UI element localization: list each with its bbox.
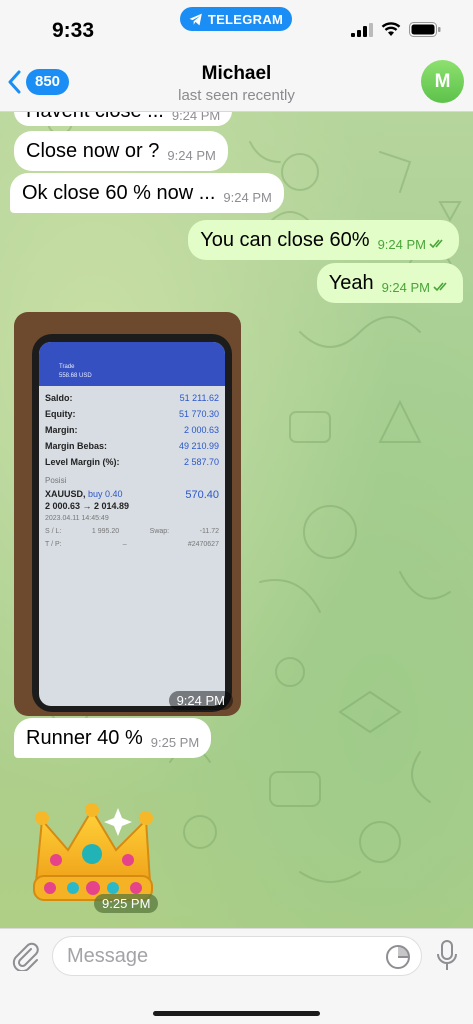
message-bubble-incoming[interactable]: Havent close ... 9:24 PM bbox=[14, 112, 233, 126]
photo-position: XAUUSD, buy 0.40 570.40 bbox=[45, 489, 219, 501]
photo-section-title: Posisi bbox=[45, 476, 67, 485]
photo-row: Equity: 51 770.30 bbox=[45, 406, 219, 422]
photo-account-rows: Saldo: 51 211.62 Equity: 51 770.30 Margi… bbox=[45, 390, 219, 548]
signal-icon bbox=[351, 22, 373, 37]
photo-tp-label: T / P: bbox=[45, 541, 62, 548]
wifi-icon bbox=[381, 22, 401, 36]
photo-row: Saldo: 51 211.62 bbox=[45, 390, 219, 406]
photo-app-balance: 558.68 USD bbox=[59, 373, 92, 379]
photo-row-label: Saldo: bbox=[45, 393, 73, 403]
message-bubble-incoming[interactable]: Runner 40 % 9:25 PM bbox=[14, 718, 212, 758]
sticker-time: 9:25 PM bbox=[94, 894, 159, 913]
photo-date: 2023.04.11 14:45:49 bbox=[45, 515, 109, 522]
message-bubble-incoming[interactable]: Close now or ? 9:24 PM bbox=[14, 131, 228, 171]
avatar[interactable]: M bbox=[421, 60, 464, 103]
photo-row: Level Margin (%): 2 587.70 bbox=[45, 454, 219, 470]
photo-row-value: 49 210.99 bbox=[178, 441, 219, 451]
telegram-plane-icon bbox=[189, 13, 202, 25]
photo-row: Margin: 2 000.63 bbox=[45, 422, 219, 438]
status-bar: 9:33 TELEGRAM bbox=[0, 0, 473, 56]
message-time: 9:24 PM bbox=[223, 189, 272, 205]
message-text: Yeah bbox=[328, 271, 374, 294]
photo-row-label: Equity: bbox=[45, 409, 76, 419]
read-checks-icon bbox=[429, 239, 443, 249]
message-time: 9:24 PM bbox=[377, 236, 426, 252]
message-input[interactable] bbox=[67, 937, 367, 975]
message-field[interactable] bbox=[52, 936, 422, 976]
photo-swap-value: -11.72 bbox=[199, 528, 219, 535]
photo-sl-label: S / L: bbox=[45, 528, 62, 535]
telegram-pill[interactable]: TELEGRAM bbox=[180, 7, 292, 31]
status-time: 9:33 bbox=[52, 19, 95, 42]
microphone-icon[interactable] bbox=[435, 939, 459, 973]
photo-row: Margin Bebas: 49 210.99 bbox=[45, 438, 219, 454]
message-time: 9:24 PM bbox=[167, 147, 216, 163]
photo-trading-screen: Trade 558.68 USD Saldo: 51 211.62 Equity… bbox=[39, 342, 225, 706]
message-bubble-incoming[interactable]: Ok close 60 % now ... 9:24 PM bbox=[10, 173, 284, 213]
photo-time: 9:24 PM bbox=[168, 691, 233, 710]
photo-row-value: 51 211.62 bbox=[179, 393, 219, 403]
message-text: Ok close 60 % now ... bbox=[22, 181, 216, 204]
telegram-pill-label: TELEGRAM bbox=[207, 11, 284, 27]
photo-price-move: 2 000.63 → 2 014.89 bbox=[45, 501, 130, 511]
sticker-icon[interactable] bbox=[385, 944, 411, 970]
paperclip-icon[interactable] bbox=[11, 941, 41, 971]
message-text: Havent close ... bbox=[26, 112, 164, 123]
photo-swap-label: Swap: bbox=[149, 528, 170, 535]
photo-sl-row: S / L: 1 995.20 Swap: -11.72 bbox=[45, 528, 219, 535]
message-text: Runner 40 % bbox=[26, 726, 143, 749]
home-indicator bbox=[153, 1011, 320, 1016]
chat-header: 850 Michael last seen recently M bbox=[0, 56, 473, 112]
message-time: 9:24 PM bbox=[171, 112, 221, 123]
contact-status: last seen recently bbox=[178, 87, 295, 104]
photo-tp-value: – bbox=[122, 541, 127, 548]
message-text: Close now or ? bbox=[26, 139, 160, 162]
message-time: 9:24 PM bbox=[381, 279, 430, 295]
contact-name[interactable]: Michael bbox=[0, 63, 473, 85]
photo-row-value: 51 770.30 bbox=[178, 409, 219, 419]
photo-row-value: 2 000.63 bbox=[183, 425, 219, 435]
photo-row-label: Level Margin (%): bbox=[45, 457, 120, 467]
photo-ticket: #2470627 bbox=[187, 541, 219, 548]
photo-side: buy 0.40 bbox=[88, 489, 123, 499]
read-checks-icon bbox=[433, 282, 447, 292]
photo-profit: 570.40 bbox=[185, 489, 219, 501]
chat-area[interactable]: Havent close ... 9:24 PM Close now or ? … bbox=[0, 112, 473, 928]
message-bubble-outgoing[interactable]: You can close 60% 9:24 PM bbox=[188, 220, 459, 260]
message-text: You can close 60% bbox=[200, 228, 370, 251]
photo-message[interactable]: Trade 558.68 USD Saldo: 51 211.62 Equity… bbox=[14, 312, 241, 716]
photo-row-label: Margin Bebas: bbox=[45, 441, 108, 451]
message-bubble-outgoing[interactable]: Yeah 9:24 PM bbox=[316, 263, 463, 303]
photo-phone-frame: Trade 558.68 USD Saldo: 51 211.62 Equity… bbox=[32, 334, 232, 712]
photo-app-title: Trade bbox=[59, 364, 75, 370]
photo-symbol: XAUUSD, bbox=[45, 489, 86, 499]
message-input-bar bbox=[0, 928, 473, 1024]
photo-app-header: Trade 558.68 USD bbox=[39, 342, 225, 386]
photo-tp-row: T / P: – #2470627 bbox=[45, 541, 219, 548]
photo-sl-value: 1 995.20 bbox=[91, 528, 120, 535]
status-icons bbox=[351, 22, 441, 37]
battery-icon bbox=[409, 22, 441, 37]
message-time: 9:25 PM bbox=[150, 734, 200, 750]
photo-row-value: 2 587.70 bbox=[183, 457, 219, 467]
photo-row-label: Margin: bbox=[45, 425, 78, 435]
